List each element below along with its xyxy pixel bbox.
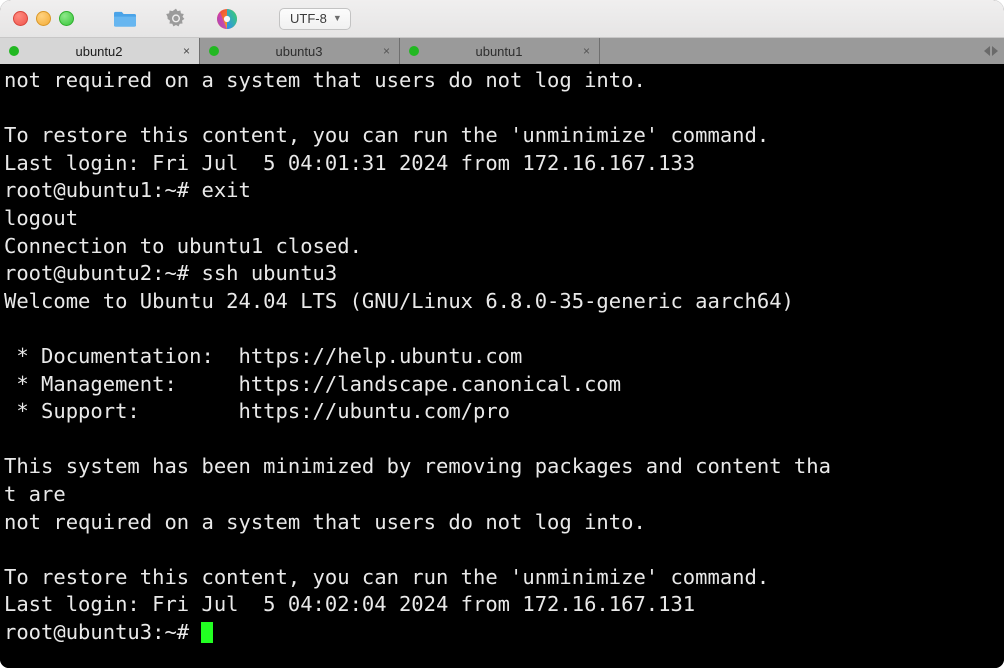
tab-ubuntu1[interactable]: ubuntu1 × [400, 38, 600, 64]
terminal-line: This system has been minimized by removi… [4, 454, 831, 479]
tab-label: ubuntu3 [275, 43, 323, 59]
tab-bar-empty-space [600, 38, 978, 64]
encoding-label: UTF-8 [290, 11, 327, 26]
terminal-line: not required on a system that users do n… [4, 68, 646, 92]
tab-close-icon[interactable]: × [583, 45, 590, 57]
folder-icon[interactable] [112, 6, 138, 32]
terminal-line: * Management: https://landscape.canonica… [4, 371, 622, 396]
tab-bar: ubuntu2 × ubuntu3 × ubuntu1 × [0, 38, 1004, 64]
terminal-cursor [201, 621, 214, 643]
terminal-line: logout [4, 205, 79, 230]
terminal-line: root@ubuntu2:~# ssh ubuntu3 [4, 261, 338, 286]
tab-close-icon[interactable]: × [383, 45, 390, 57]
terminal-line: Connection to ubuntu1 closed. [4, 233, 362, 258]
tab-label: ubuntu2 [75, 43, 123, 59]
maximize-window-button[interactable] [59, 11, 74, 26]
tab-ubuntu2[interactable]: ubuntu2 × [0, 38, 200, 64]
terminal-window: UTF-8 ▼ ubuntu2 × ubuntu3 × ubuntu1 × no… [0, 0, 1004, 668]
scroll-left-icon[interactable] [984, 46, 990, 56]
terminal-line: t are [4, 481, 66, 506]
terminal-line: * Documentation: https://help.ubuntu.com [4, 343, 523, 368]
traffic-lights [13, 11, 74, 26]
tab-scroll-controls[interactable] [978, 38, 1004, 64]
terminal-line: To restore this content, you can run the… [4, 564, 770, 589]
tab-close-icon[interactable]: × [183, 45, 190, 57]
minimize-window-button[interactable] [36, 11, 51, 26]
terminal-text: not required on a system that users do n… [4, 67, 1004, 646]
encoding-selector[interactable]: UTF-8 ▼ [279, 7, 351, 30]
scroll-right-icon[interactable] [992, 46, 998, 56]
terminal-line: * Support: https://ubuntu.com/pro [4, 399, 511, 424]
tab-label: ubuntu1 [475, 43, 523, 59]
terminal-line: root@ubuntu1:~# exit [4, 178, 251, 203]
terminal-line: Last login: Fri Jul 5 04:01:31 2024 from… [4, 150, 696, 175]
toolbar [112, 6, 240, 32]
tab-ubuntu3[interactable]: ubuntu3 × [200, 38, 400, 64]
terminal-prompt-line: root@ubuntu3:~# [4, 619, 1004, 647]
shell-prompt: root@ubuntu3:~# [4, 619, 202, 644]
title-bar: UTF-8 ▼ [0, 0, 1004, 38]
close-window-button[interactable] [13, 11, 28, 26]
terminal-line: Last login: Fri Jul 5 04:02:04 2024 from… [4, 592, 696, 617]
terminal-line: Welcome to Ubuntu 24.04 LTS (GNU/Linux 6… [4, 288, 794, 313]
terminal-line: not required on a system that users do n… [4, 509, 646, 534]
terminal-output-area[interactable]: not required on a system that users do n… [0, 64, 1004, 668]
chevron-down-icon: ▼ [332, 13, 342, 23]
gear-icon[interactable] [163, 6, 189, 32]
terminal-line: To restore this content, you can run the… [4, 123, 770, 148]
color-wheel-icon[interactable] [214, 6, 240, 32]
